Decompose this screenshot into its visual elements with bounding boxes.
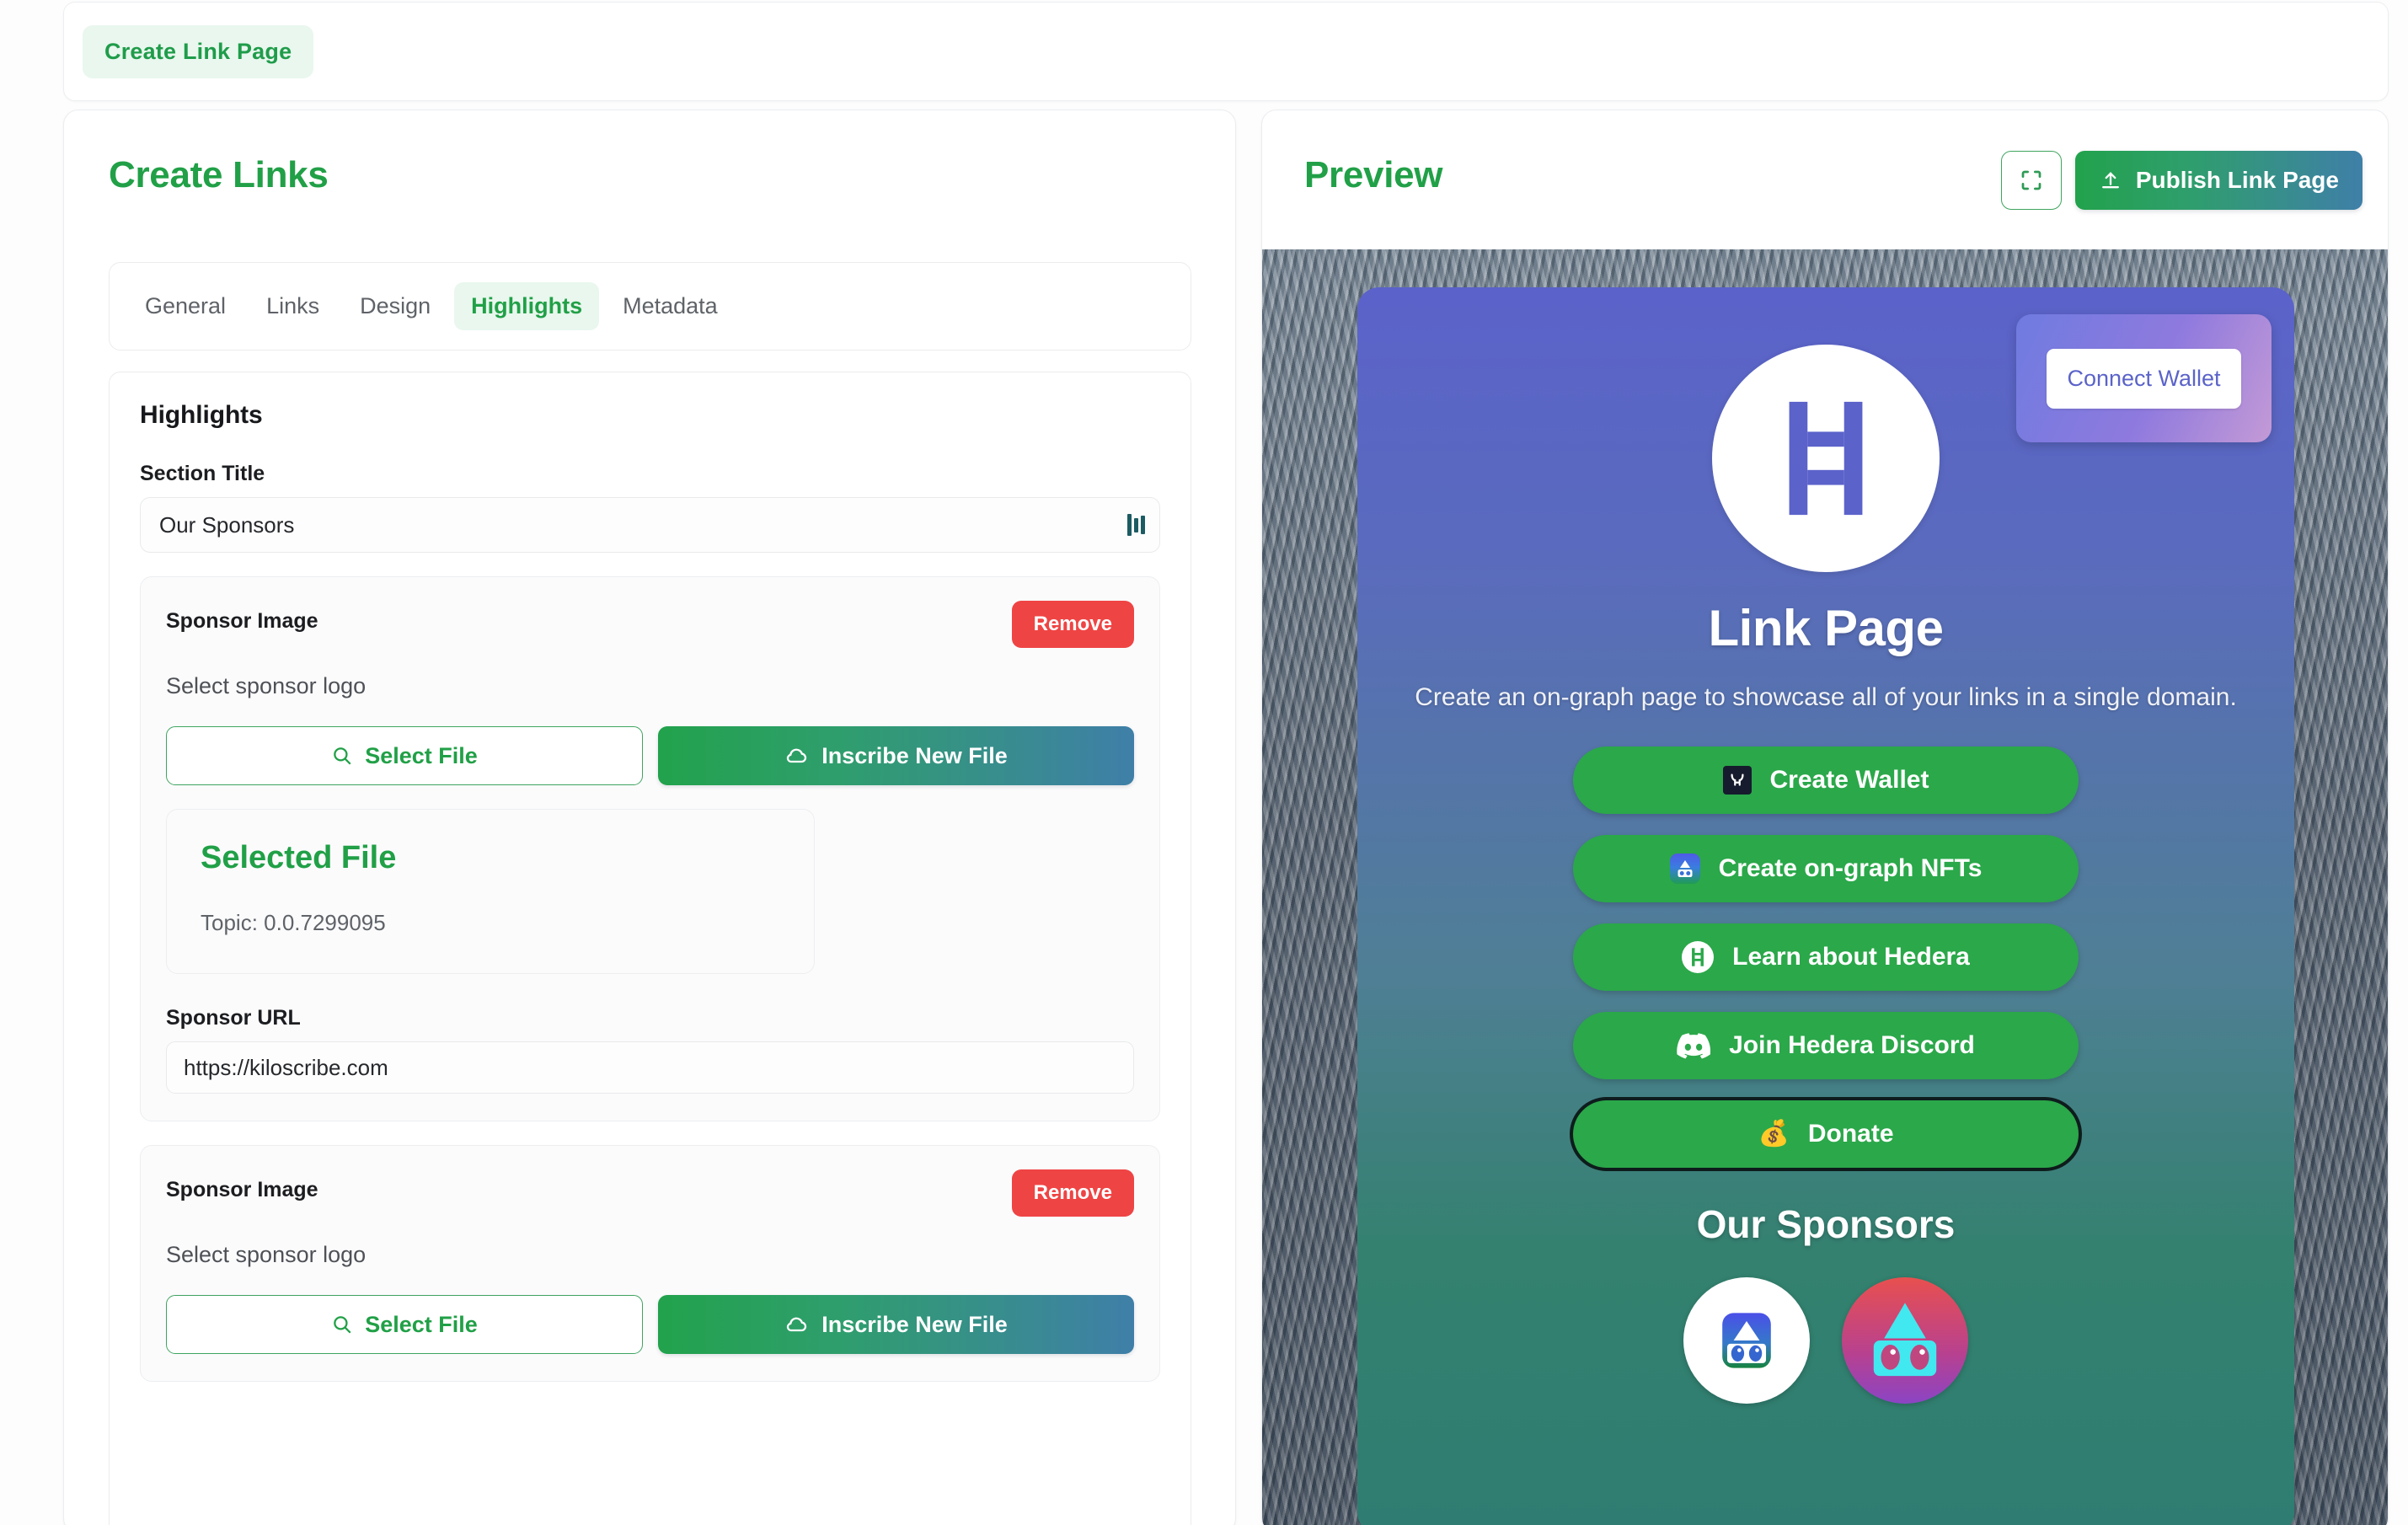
- selected-file-topic: Topic: 0.0.7299095: [201, 910, 386, 935]
- preview-title: Preview: [1304, 154, 1443, 195]
- kiloscribe-robot-icon: [1669, 853, 1700, 884]
- page-title: Create Links: [109, 154, 329, 195]
- link-item-join-hedera-discord[interactable]: Join Hedera Discord: [1573, 1012, 2079, 1079]
- fullscreen-button[interactable]: [2000, 151, 2062, 210]
- section-title-label: Section Title: [140, 462, 265, 485]
- section-title-input[interactable]: [140, 497, 1160, 553]
- inscribe-label: Inscribe New File: [821, 742, 1008, 768]
- link-page-card: Link Page Create an on-graph page to sho…: [1357, 287, 2294, 1525]
- link-item-create-on-graph-nfts[interactable]: Create on-graph NFTs: [1573, 835, 2079, 902]
- cloud-icon: [787, 748, 807, 763]
- link-item-create-wallet[interactable]: Create Wallet: [1573, 746, 2079, 814]
- tab-general[interactable]: General: [128, 282, 243, 330]
- link-label: Create Wallet: [1769, 766, 1929, 794]
- fullscreen-icon: [2021, 170, 2041, 190]
- search-icon: [334, 747, 351, 765]
- search-icon: [334, 1316, 351, 1334]
- top-bar: Create Link Page: [63, 2, 2389, 101]
- sponsors-heading: Our Sponsors: [1696, 1202, 1956, 1246]
- publish-link-page-button[interactable]: Publish Link Page: [2074, 151, 2363, 210]
- money-bag-icon: 💰: [1758, 1120, 1790, 1148]
- connect-wallet-button[interactable]: Connect Wallet: [2047, 348, 2241, 409]
- preview-stage: Link Page Create an on-graph page to sho…: [1262, 249, 2388, 1525]
- hashpack-icon: [1722, 766, 1752, 795]
- select-file-label: Select File: [365, 742, 478, 768]
- sponsor-image-card: Sponsor Image Remove Select sponsor logo…: [140, 576, 1160, 1121]
- link-label: Donate: [1807, 1120, 1894, 1148]
- preview-panel: Preview Publish Link Page Link Page Crea…: [1261, 110, 2389, 1525]
- sponsor-image-card: Sponsor Image Remove Select sponsor logo…: [140, 1145, 1160, 1382]
- select-file-button[interactable]: Select File: [166, 1295, 643, 1354]
- sponsor-url-input[interactable]: [166, 1041, 1134, 1094]
- link-item-donate[interactable]: 💰 Donate: [1573, 1100, 2079, 1168]
- sponsor-logo-red[interactable]: [1842, 1277, 1968, 1404]
- upload-icon: [2101, 172, 2119, 189]
- preview-header: Preview: [1304, 154, 1443, 196]
- selected-file-box: Selected File Topic: 0.0.7299095: [166, 809, 815, 974]
- avatar: [1712, 345, 1940, 572]
- grammar-check-icon: [1127, 514, 1145, 536]
- highlights-section: Highlights Section Title Sponsor Image R…: [109, 372, 1191, 1525]
- sponsor-image-label: Sponsor Image: [166, 1178, 318, 1201]
- panel-header: Create Links: [109, 154, 329, 196]
- remove-sponsor-button[interactable]: Remove: [1011, 1169, 1134, 1217]
- app-root: Create Link Page Create Links General Li…: [0, 0, 2408, 1525]
- editor-tabs: General Links Design Highlights Metadata: [109, 262, 1191, 350]
- tab-highlights[interactable]: Highlights: [454, 282, 600, 330]
- inscribe-new-file-button[interactable]: Inscribe New File: [658, 1295, 1134, 1354]
- sponsor-card-header: Sponsor Image Remove: [166, 1169, 1134, 1217]
- file-actions: Select File Inscribe New File: [166, 1295, 1134, 1354]
- tab-design[interactable]: Design: [343, 282, 447, 330]
- discord-icon: [1677, 1032, 1711, 1058]
- connect-wallet-chip: Connect Wallet: [2016, 314, 2272, 442]
- tab-create-link-page[interactable]: Create Link Page: [83, 25, 314, 78]
- sponsor-url-label: Sponsor URL: [166, 1006, 301, 1030]
- link-item-learn-about-hedera[interactable]: Learn about Hedera: [1573, 923, 2079, 991]
- robot-logo-red-icon: [1873, 1303, 1937, 1377]
- selected-file-title: Selected File: [201, 840, 397, 875]
- file-actions: Select File Inscribe New File: [166, 726, 1134, 785]
- tab-metadata[interactable]: Metadata: [606, 282, 735, 330]
- link-list: Create Wallet Create on-graph NFTs Learn…: [1357, 746, 2294, 1189]
- robot-logo-blue-icon: [1722, 1313, 1771, 1368]
- link-label: Create on-graph NFTs: [1718, 854, 1983, 882]
- link-page-title: Link Page: [1708, 600, 1944, 656]
- link-page-description: Create an on-graph page to showcase all …: [1415, 683, 2237, 711]
- sponsor-logo-blue[interactable]: [1683, 1277, 1810, 1404]
- cloud-icon: [787, 1317, 807, 1332]
- link-label: Join Hedera Discord: [1729, 1031, 1975, 1059]
- link-label: Learn about Hedera: [1732, 943, 1970, 971]
- section-heading: Highlights: [140, 401, 263, 429]
- sponsor-image-label: Sponsor Image: [166, 609, 318, 633]
- select-file-button[interactable]: Select File: [166, 726, 643, 785]
- create-links-panel: Create Links General Links Design Highli…: [63, 110, 1236, 1525]
- hedera-circle-icon: [1682, 941, 1715, 973]
- sponsor-logo-row: [1357, 1277, 2294, 1404]
- tab-links[interactable]: Links: [249, 282, 336, 330]
- select-sponsor-logo-label: Select sponsor logo: [166, 1242, 367, 1267]
- sponsor-card-header: Sponsor Image Remove: [166, 601, 1134, 648]
- select-sponsor-logo-label: Select sponsor logo: [166, 673, 367, 698]
- inscribe-label: Inscribe New File: [821, 1311, 1008, 1337]
- remove-sponsor-button[interactable]: Remove: [1011, 601, 1134, 648]
- hedera-h-logo: [1789, 401, 1863, 516]
- section-title-field: [140, 497, 1160, 553]
- select-file-label: Select File: [365, 1311, 478, 1337]
- inscribe-new-file-button[interactable]: Inscribe New File: [658, 726, 1134, 785]
- preview-actions: Publish Link Page: [2000, 151, 2363, 210]
- publish-label: Publish Link Page: [2135, 167, 2339, 193]
